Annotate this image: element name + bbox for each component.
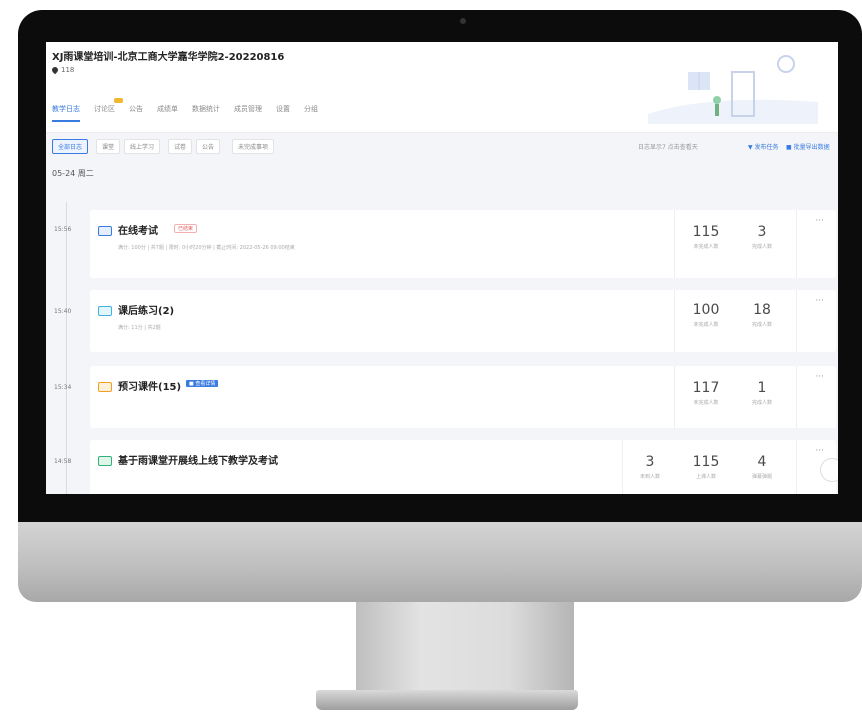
filter-exam[interactable]: 试卷 <box>168 139 193 154</box>
course-title: XJ雨课堂培训-北京工商大学嘉华学院2-20220816 <box>52 52 285 63</box>
stat-value: 4 <box>757 454 767 470</box>
status-flag: 已结束 <box>174 224 198 233</box>
new-badge-icon <box>114 98 123 103</box>
tab-teaching-log[interactable]: 教学日志 <box>52 104 80 122</box>
member-count: 118 <box>50 65 75 75</box>
course-header: XJ雨课堂培训-北京工商大学嘉华学院2-20220816 118 教学日志 讨论… <box>46 42 838 133</box>
divider <box>796 440 797 494</box>
stat-label: 未完成人数 <box>693 322 719 328</box>
activity-time: 15:34 <box>54 384 72 391</box>
stat-finished[interactable]: 18 完成人数 <box>738 302 786 328</box>
filter-all-logs[interactable]: 全部日志 <box>52 139 89 154</box>
publish-task-label: 发布任务 <box>754 144 779 151</box>
classroom-tag-icon <box>98 456 112 466</box>
export-data-label: 批量导出数据 <box>793 144 830 151</box>
stat-value: 1 <box>757 380 767 396</box>
publish-task-button[interactable]: ▼ 发布任务 <box>748 142 779 151</box>
tab-members[interactable]: 成员管理 <box>234 104 262 122</box>
stat-absent[interactable]: 3 未到人数 <box>626 454 674 480</box>
homework-tag-icon <box>98 306 112 316</box>
export-data-button[interactable]: ■ 批量导出数据 <box>786 142 830 151</box>
view-detail-badge[interactable]: ■ 查看详情 <box>186 380 219 387</box>
filter-online-learning[interactable]: 线上学习 <box>124 139 161 154</box>
stat-finished[interactable]: 1 完成人数 <box>738 380 786 406</box>
tab-gradebook[interactable]: 成绩单 <box>157 104 178 122</box>
activity-card-exam[interactable]: 在线考试 已结束 满分: 100分 | 共7题 | 限时: 0小时20分钟 | … <box>90 210 836 278</box>
divider <box>796 366 797 428</box>
exam-tag-icon <box>98 226 112 236</box>
stat-label: 完成人数 <box>751 322 772 328</box>
more-dots-icon[interactable]: ··· <box>815 446 824 456</box>
member-count-value: 118 <box>61 66 75 74</box>
date-label: 05-24 周二 <box>52 169 94 178</box>
app-screen: XJ雨课堂培训-北京工商大学嘉华学院2-20220816 118 教学日志 讨论… <box>46 42 838 494</box>
activity-card-classroom[interactable]: 基于雨课堂开展线上线下教学及考试 3 未到人数 115 上课人数 4 弹幕弹题 … <box>90 440 836 494</box>
divider <box>622 440 623 494</box>
location-pin-icon <box>50 65 60 75</box>
tab-announcement[interactable]: 公告 <box>129 104 143 122</box>
log-filters: 全部日志 课堂 线上学习 试卷 公告 未完成事项 日志显示7 点击查看天 ▼ 发… <box>46 139 838 163</box>
stat-value: 115 <box>692 224 720 240</box>
tab-statistics[interactable]: 数据统计 <box>192 104 220 122</box>
classroom-illustration <box>648 55 818 124</box>
activity-time: 15:56 <box>54 226 72 233</box>
stat-value: 115 <box>692 454 720 470</box>
export-icon: ■ <box>786 144 792 151</box>
tab-settings[interactable]: 设置 <box>276 104 290 122</box>
stat-label: 上课人数 <box>695 474 716 480</box>
course-tabs: 教学日志 讨论区 公告 成绩单 数据统计 成员管理 设置 分组 <box>52 98 318 122</box>
filter-announcement[interactable]: 公告 <box>196 139 221 154</box>
activity-title[interactable]: 在线考试 <box>118 222 158 237</box>
stat-label: 未完成人数 <box>693 244 719 250</box>
filter-unfinished[interactable]: 未完成事项 <box>232 139 275 154</box>
camera-dot <box>460 18 466 24</box>
stat-label: 未到人数 <box>639 474 660 480</box>
tab-discussion-label: 讨论区 <box>94 105 115 113</box>
monitor-stand-base <box>316 690 578 710</box>
stat-value: 18 <box>753 302 771 318</box>
stat-label: 弹幕弹题 <box>751 474 772 480</box>
filter-classroom[interactable]: 课堂 <box>96 139 121 154</box>
activity-title[interactable]: 预习课件(15) <box>118 378 181 393</box>
divider <box>674 366 675 428</box>
activity-title[interactable]: 基于雨课堂开展线上线下教学及考试 <box>118 452 278 467</box>
stat-danmu[interactable]: 4 弹幕弹题 <box>738 454 786 480</box>
stat-value: 117 <box>692 380 720 396</box>
tab-discussion[interactable]: 讨论区 <box>94 98 123 122</box>
stat-label: 完成人数 <box>751 244 772 250</box>
activity-subtitle: 满分: 100分 | 共7题 | 限时: 0小时20分钟 | 截止时间: 202… <box>118 245 295 251</box>
stat-value: 100 <box>692 302 720 318</box>
activity-subtitle: 满分: 11分 | 共2题 <box>118 325 161 331</box>
monitor-chin <box>18 522 862 602</box>
activity-time: 14:58 <box>54 458 72 465</box>
stat-value: 3 <box>645 454 655 470</box>
activity-card-homework[interactable]: 课后练习(2) 满分: 11分 | 共2题 100 未完成人数 18 完成人数 … <box>90 290 836 352</box>
stat-label: 未完成人数 <box>693 400 719 406</box>
log-summary-text: 日志显示7 点击查看天 <box>638 144 698 151</box>
stat-label: 完成人数 <box>751 400 772 406</box>
activity-card-courseware[interactable]: 预习课件(15) ■ 查看详情 117 未完成人数 1 完成人数 ··· <box>90 366 836 428</box>
tab-groups[interactable]: 分组 <box>304 104 318 122</box>
more-dots-icon[interactable]: ··· <box>815 296 824 306</box>
activity-time: 15:40 <box>54 308 72 315</box>
stat-value: 3 <box>757 224 767 240</box>
monitor-stand-neck <box>356 602 574 690</box>
stat-unfinished[interactable]: 117 未完成人数 <box>682 380 730 406</box>
divider <box>796 210 797 278</box>
floating-help-button[interactable] <box>820 458 838 482</box>
courseware-tag-icon <box>98 382 112 392</box>
stat-attended[interactable]: 115 上课人数 <box>682 454 730 480</box>
divider <box>796 290 797 352</box>
more-dots-icon[interactable]: ··· <box>815 216 824 226</box>
activity-title[interactable]: 课后练习(2) <box>118 302 174 317</box>
more-dots-icon[interactable]: ··· <box>815 372 824 382</box>
stat-finished[interactable]: 3 完成人数 <box>738 224 786 250</box>
divider <box>674 290 675 352</box>
stat-unfinished[interactable]: 115 未完成人数 <box>682 224 730 250</box>
divider <box>674 210 675 278</box>
timeline-line <box>66 202 67 494</box>
stat-unfinished[interactable]: 100 未完成人数 <box>682 302 730 328</box>
